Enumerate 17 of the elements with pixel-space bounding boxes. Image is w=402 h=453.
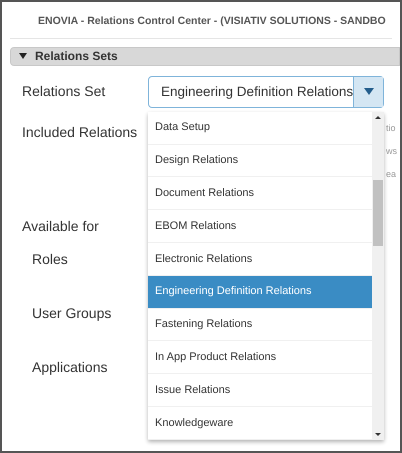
field-label: Applications bbox=[31, 358, 108, 377]
hidden-field-text: ea bbox=[386, 168, 397, 181]
scrollbar[interactable] bbox=[372, 112, 384, 440]
caret-icon bbox=[364, 88, 374, 96]
section-title: Relations Sets bbox=[35, 48, 118, 66]
field-label: User Groups bbox=[31, 304, 112, 323]
relations-set-select[interactable]: Engineering Definition Relations bbox=[148, 76, 384, 108]
scrollbar-thumb[interactable] bbox=[373, 180, 383, 246]
field-label: Relations Set bbox=[22, 82, 106, 102]
hidden-field-text: ws bbox=[386, 144, 397, 158]
dropdown-option[interactable]: Engineering Definition Relations bbox=[148, 276, 372, 309]
hidden-field-text: tio bbox=[386, 122, 397, 135]
field-label: Included Relations bbox=[22, 122, 138, 142]
field-label: Available for bbox=[22, 216, 100, 236]
window-title: ENOVIA - Relations Control Center - (VISIATIV SOLUTIONS - SANDBO bbox=[38, 14, 386, 29]
section-header[interactable]: Relations Sets bbox=[10, 46, 400, 66]
field-label: Roles bbox=[31, 250, 69, 269]
